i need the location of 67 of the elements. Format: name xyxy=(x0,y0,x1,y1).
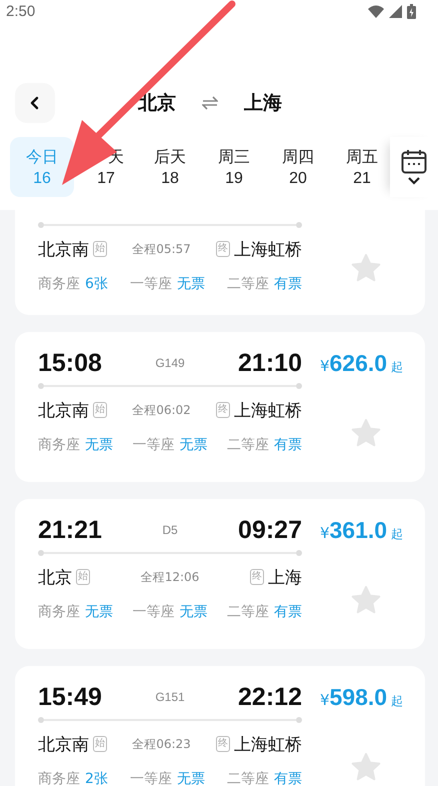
date-tab[interactable]: 周五 21 xyxy=(330,137,390,197)
seat-availability: 二等座 有票 xyxy=(226,275,302,293)
seat-availability: 商务座 6张 xyxy=(38,275,108,293)
arrival-city[interactable]: 上海 xyxy=(244,90,282,116)
end-tag: 终 xyxy=(250,569,264,585)
seat-availability: 一等座 无票 xyxy=(132,603,208,621)
origin-station: 北京南 xyxy=(38,238,89,260)
seat-availability: 商务座 2张 xyxy=(38,770,108,786)
calendar-button[interactable] xyxy=(390,137,438,197)
star-icon[interactable] xyxy=(350,418,382,448)
star-icon[interactable] xyxy=(350,585,382,615)
start-tag: 始 xyxy=(76,569,90,585)
origin-station: 北京南 xyxy=(38,400,89,422)
seat-availability: 商务座 无票 xyxy=(38,603,113,621)
train-card[interactable]: 21:21 D5 09:27 北京 始 全程12:06 终 上海 商务座 无票 一等座 无票 二等座 有票 ¥361.0 起 xyxy=(15,499,425,649)
seat-availability: 二等座 有票 xyxy=(227,603,302,621)
arrival-time: 22:12 xyxy=(238,682,302,712)
train-number: G149 xyxy=(155,356,185,370)
start-tag: 始 xyxy=(93,402,107,418)
swap-icon[interactable] xyxy=(202,96,218,110)
star-icon[interactable] xyxy=(350,752,382,782)
start-tag: 始 xyxy=(93,241,107,257)
train-card[interactable]: 15:49 G151 22:12 北京南 始 全程06:23 终 上海虹桥 商务座 2张 一等座 无票 二等座 有票 ¥598.0 起 xyxy=(15,666,425,786)
seat-availability: 二等座 有票 xyxy=(227,436,302,454)
start-tag: 始 xyxy=(93,736,107,752)
seat-availability: 一等座 无票 xyxy=(132,436,208,454)
train-card[interactable]: 15:08 G149 21:10 北京南 始 全程06:02 终 上海虹桥 商务座 无票 一等座 无票 二等座 有票 ¥626.0 起 xyxy=(15,332,425,482)
duration: 全程05:57 xyxy=(132,240,191,258)
destination-station: 上海 xyxy=(268,566,302,588)
departure-city[interactable]: 北京 xyxy=(138,90,176,116)
end-tag: 终 xyxy=(216,241,230,257)
star-icon[interactable] xyxy=(350,253,382,283)
origin-station: 北京 xyxy=(38,566,72,588)
duration: 全程06:23 xyxy=(132,736,191,752)
battery-icon xyxy=(407,4,416,18)
destination-station: 上海虹桥 xyxy=(234,734,302,756)
destination-station: 上海虹桥 xyxy=(234,400,302,422)
signal-icon xyxy=(389,4,402,18)
wifi-icon xyxy=(368,4,384,18)
duration: 全程12:06 xyxy=(140,568,200,586)
end-tag: 终 xyxy=(216,402,230,418)
price: ¥626.0 起 xyxy=(320,350,404,378)
seat-availability: 商务座 无票 xyxy=(38,436,113,454)
origin-station: 北京南 xyxy=(38,734,89,756)
train-number: D5 xyxy=(162,523,178,537)
arrival-time: 09:27 xyxy=(238,516,302,544)
duration: 全程06:02 xyxy=(132,402,191,418)
price: ¥361.0 起 xyxy=(320,517,404,545)
seat-availability: 一等座 无票 xyxy=(130,275,205,293)
seat-availability: 二等座 有票 xyxy=(226,770,302,786)
departure-time: 21:21 xyxy=(38,516,102,544)
price: ¥598.0 起 xyxy=(320,684,404,712)
train-card[interactable]: 北京南 始 全程05:57 终 上海虹桥 商务座 6张 一等座 无票 二等座 有票 xyxy=(15,210,425,315)
seat-availability: 一等座 无票 xyxy=(130,770,205,786)
arrival-time: 21:10 xyxy=(238,348,302,378)
chevron-down-icon xyxy=(407,176,421,185)
train-number: G151 xyxy=(155,690,185,704)
date-tab[interactable]: 后天 18 xyxy=(138,137,202,197)
departure-time: 15:49 xyxy=(38,682,102,712)
destination-station: 上海虹桥 xyxy=(234,238,302,260)
end-tag: 终 xyxy=(216,736,230,752)
date-tab[interactable]: 周三 19 xyxy=(202,137,266,197)
status-time: 2:50 xyxy=(6,2,36,20)
date-tab[interactable]: 周四 20 xyxy=(266,137,330,197)
departure-time: 15:08 xyxy=(38,348,102,378)
back-button[interactable] xyxy=(15,83,55,123)
calendar-icon xyxy=(401,149,427,174)
